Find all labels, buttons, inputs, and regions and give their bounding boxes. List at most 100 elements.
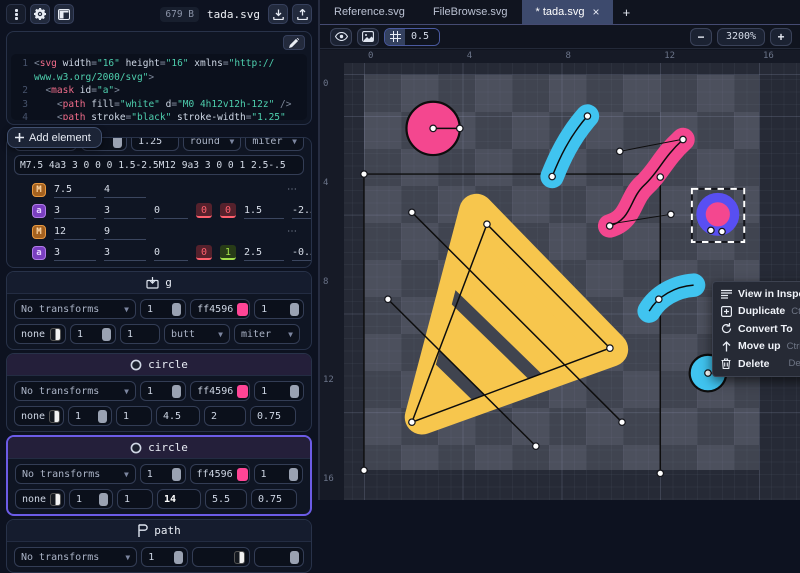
fill-color-swatch[interactable]: [237, 468, 248, 481]
coordinate-field[interactable]: 3: [104, 203, 146, 219]
code-line[interactable]: 3 <path fill="white" d="M0 4h12v12h-12z"…: [11, 98, 305, 112]
grid-size-value[interactable]: 0.5: [405, 29, 439, 45]
download-button[interactable]: [268, 4, 288, 24]
none-swatch[interactable]: [50, 493, 61, 506]
coordinate-field[interactable]: 0: [154, 203, 188, 219]
control-point-dot[interactable]: [668, 211, 674, 217]
upload-button[interactable]: [292, 4, 312, 24]
fill-color-field[interactable]: ff4596: [190, 299, 250, 319]
coordinate-field[interactable]: 2.5: [244, 245, 284, 261]
circle-section-header[interactable]: circle: [7, 354, 311, 376]
control-point-dot[interactable]: [361, 467, 367, 473]
opacity-field[interactable]: 1: [140, 464, 186, 484]
path-data-input[interactable]: M7.5 4a3 3 0 0 0 1.5-2.5M12 9a3 3 0 0 1 …: [14, 155, 304, 175]
path-section-header[interactable]: path: [7, 520, 311, 542]
coordinate-field[interactable]: 1.5: [244, 203, 284, 219]
menu-item-delete[interactable]: Delete Delete: [713, 355, 800, 373]
opacity-slider-thumb[interactable]: [290, 551, 299, 564]
opacity-slider-thumb[interactable]: [172, 468, 181, 481]
stroke-width-field[interactable]: 1.25: [131, 137, 179, 151]
fill-opacity-field[interactable]: 1: [254, 464, 303, 484]
arc-flag-field[interactable]: 0: [220, 203, 236, 218]
new-tab-button[interactable]: +: [613, 0, 639, 24]
command-badge-a[interactable]: a: [32, 246, 46, 260]
transform-select[interactable]: No transforms▼: [14, 381, 136, 401]
canvas-drawing-area[interactable]: View in Inspector Duplicate Ctrl+D Conve…: [344, 63, 800, 500]
none-swatch[interactable]: [234, 551, 245, 564]
coordinate-field[interactable]: 3: [54, 245, 96, 261]
control-point-dot[interactable]: [708, 227, 714, 233]
cy-field[interactable]: 2: [204, 406, 246, 426]
pencil-icon[interactable]: [283, 35, 305, 50]
r-field[interactable]: 0.75: [250, 406, 296, 426]
stroke-opacity-field[interactable]: 1: [70, 324, 116, 344]
image-icon[interactable]: [357, 28, 379, 46]
opacity-slider-thumb[interactable]: [289, 468, 298, 481]
coordinate-field[interactable]: 12: [54, 224, 96, 240]
control-point-dot[interactable]: [619, 419, 625, 425]
command-badge-a[interactable]: a: [32, 204, 46, 218]
coordinate-field[interactable]: 9: [104, 224, 146, 240]
stroke-opacity-field[interactable]: 1: [68, 406, 112, 426]
svg-source-code[interactable]: 1<svg width="16" height="16" xmlns="http…: [11, 54, 307, 120]
circle-section-header[interactable]: circle: [8, 437, 310, 459]
stroke-color-field[interactable]: none: [15, 489, 65, 509]
cx-field[interactable]: 14: [157, 489, 201, 509]
coordinate-field[interactable]: 0: [154, 245, 188, 261]
stroke-width-field[interactable]: 1: [116, 406, 152, 426]
menu-item-view-in-inspector[interactable]: View in Inspector: [713, 285, 800, 303]
control-point-dot[interactable]: [409, 209, 415, 215]
control-point-dot[interactable]: [680, 136, 686, 142]
selected-circle-element[interactable]: [701, 198, 735, 232]
fill-color-swatch[interactable]: [237, 385, 248, 398]
grid-icon[interactable]: [385, 29, 405, 45]
group-section-header[interactable]: g: [7, 272, 311, 294]
opacity-slider-thumb[interactable]: [174, 551, 183, 564]
menu-item-convert-to[interactable]: Convert To: [713, 320, 800, 338]
transform-select[interactable]: No transforms▼: [14, 299, 136, 319]
fill-color-field[interactable]: ff4596: [190, 464, 250, 484]
opacity-field[interactable]: 1: [140, 381, 186, 401]
linejoin-select[interactable]: miter▼: [245, 137, 304, 151]
opacity-slider-thumb[interactable]: [102, 328, 111, 341]
control-point-dot[interactable]: [606, 223, 612, 229]
fill-color-swatch[interactable]: [237, 303, 248, 316]
fill-color-field[interactable]: ff4596: [190, 381, 250, 401]
control-point-dot[interactable]: [705, 370, 711, 376]
arc-flag-field[interactable]: 1: [220, 245, 236, 260]
arc-flag-field[interactable]: 0: [196, 203, 212, 218]
fill-opacity-field[interactable]: 1: [254, 381, 304, 401]
control-point-dot[interactable]: [409, 419, 415, 425]
opacity-slider-thumb[interactable]: [172, 385, 181, 398]
zoom-level[interactable]: 3200%: [717, 28, 765, 46]
control-point-dot[interactable]: [430, 125, 436, 131]
arc-flag-field[interactable]: 0: [196, 245, 212, 260]
stroke-color-field[interactable]: none: [14, 324, 66, 344]
zoom-out-button[interactable]: −: [690, 28, 712, 46]
row-menu-icon[interactable]: ⋯: [287, 226, 298, 237]
linejoin-select[interactable]: miter▼: [234, 324, 300, 344]
stroke-width-field[interactable]: 1: [117, 489, 153, 509]
cx-field[interactable]: 4.5: [156, 406, 200, 426]
row-menu-icon[interactable]: ⋯: [287, 184, 298, 195]
linecap-select[interactable]: butt▼: [164, 324, 230, 344]
transform-select[interactable]: No transforms▼: [14, 547, 137, 567]
code-line[interactable]: 2 <mask id="a">: [11, 84, 305, 98]
zoom-in-button[interactable]: +: [770, 28, 792, 46]
tab-tada-active[interactable]: * tada.svg ×: [522, 0, 614, 24]
control-point-dot[interactable]: [584, 113, 590, 119]
coordinate-field[interactable]: 7.5: [54, 182, 96, 198]
coordinate-field[interactable]: -2.5: [292, 203, 312, 219]
settings-button[interactable]: [30, 4, 50, 24]
control-point-dot[interactable]: [533, 443, 539, 449]
code-line[interactable]: 1<svg width="16" height="16" xmlns="http…: [11, 57, 305, 71]
tab-reference[interactable]: Reference.svg: [320, 0, 419, 24]
kebab-menu-icon[interactable]: [6, 4, 26, 24]
command-badge-M[interactable]: M: [32, 183, 46, 197]
command-badge-M[interactable]: M: [32, 225, 46, 239]
none-swatch[interactable]: [49, 410, 60, 423]
control-point-dot[interactable]: [657, 470, 663, 476]
control-point-dot[interactable]: [607, 345, 613, 351]
popper-triangle[interactable]: [386, 211, 611, 480]
add-element-button[interactable]: Add element: [7, 127, 102, 148]
